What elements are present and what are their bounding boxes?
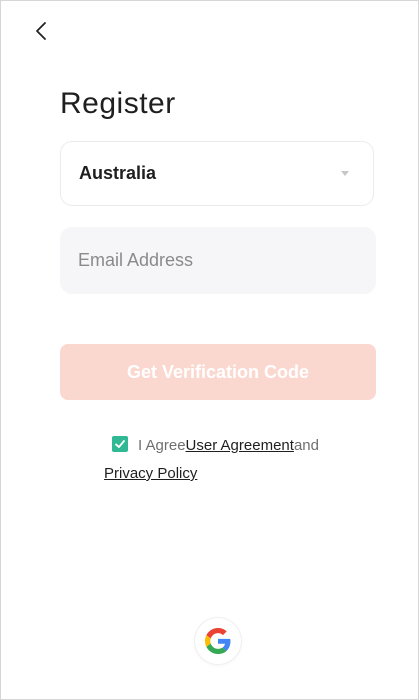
agree-prefix: I Agree (138, 437, 186, 454)
agree-checkbox[interactable] (112, 436, 128, 453)
country-select[interactable]: Australia (60, 141, 374, 206)
agreement-row: I AgreeUser Agreementand Privacy Policy (104, 432, 364, 488)
caret-down-icon (341, 171, 349, 176)
country-value: Australia (79, 163, 157, 183)
checkmark-icon (115, 440, 125, 448)
google-icon (205, 628, 231, 654)
agree-conjunction: and (293, 437, 319, 454)
back-button[interactable] (29, 17, 53, 45)
page-title: Register (60, 87, 176, 120)
register-screen: Register Australia Get Verification Code… (0, 0, 419, 700)
google-login-button[interactable] (195, 618, 241, 664)
privacy-policy-link[interactable]: Privacy Policy (104, 465, 197, 482)
email-field[interactable] (60, 227, 376, 294)
get-verification-code-button[interactable]: Get Verification Code (60, 344, 376, 400)
user-agreement-link[interactable]: User Agreement (186, 437, 294, 454)
chevron-left-icon (36, 22, 46, 40)
